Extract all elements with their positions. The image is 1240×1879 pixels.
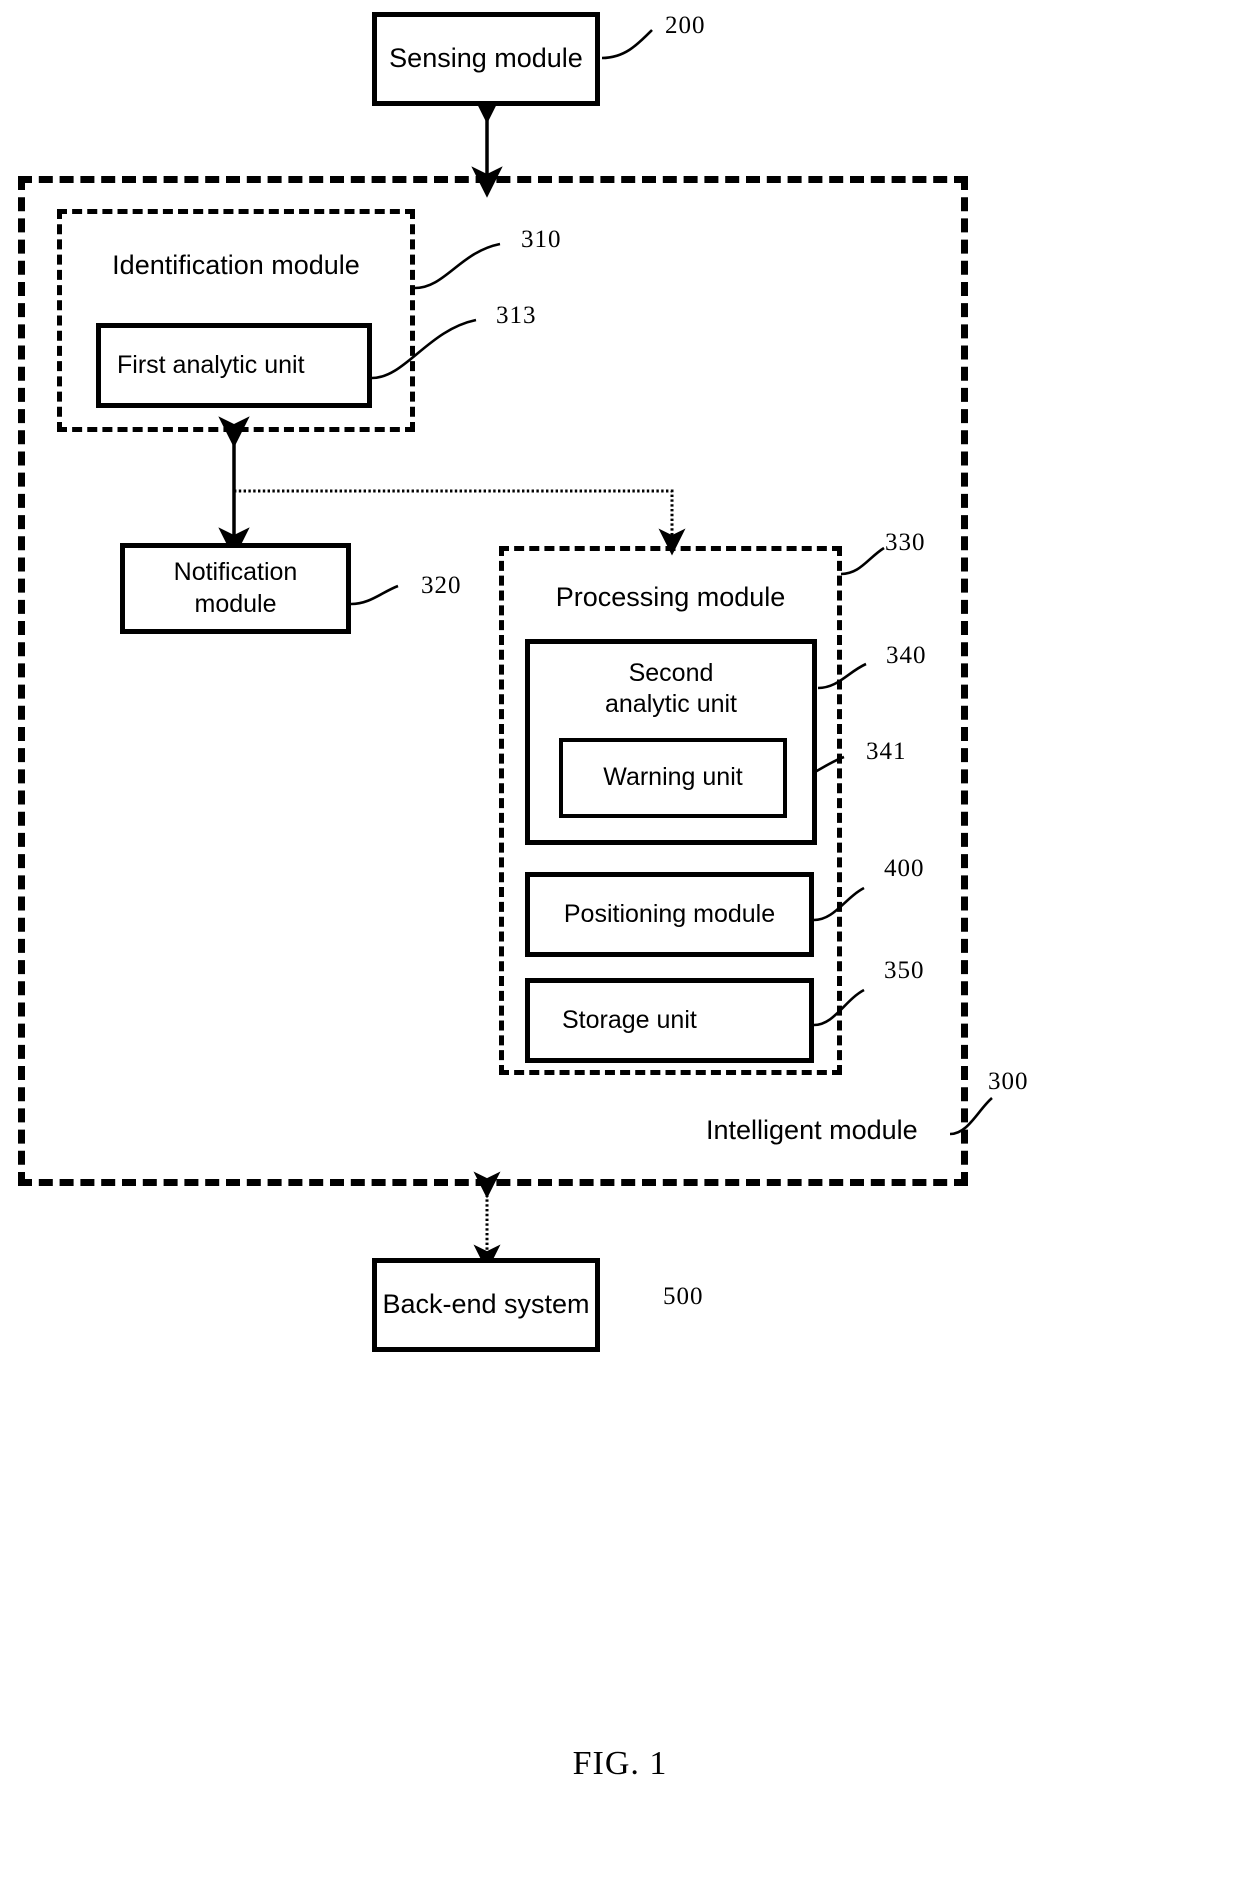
- ref-300: 300: [988, 1068, 1029, 1095]
- ref-350: 350: [884, 957, 925, 984]
- storage-unit-label: Storage unit: [562, 1005, 697, 1034]
- storage-unit-box[interactable]: Storage unit: [525, 978, 814, 1063]
- figure-canvas: Sensing module 200 Intelligent module 30…: [0, 0, 1240, 1879]
- ref-340: 340: [886, 642, 927, 669]
- first-analytic-unit-box[interactable]: First analytic unit: [96, 323, 372, 408]
- second-analytic-unit-label-line1: Second: [628, 659, 714, 687]
- first-analytic-unit-label: First analytic unit: [117, 350, 305, 379]
- ref-310: 310: [521, 226, 562, 253]
- positioning-module-label: Positioning module: [563, 899, 776, 928]
- sensing-module-box[interactable]: Sensing module: [372, 12, 600, 106]
- ref-313: 313: [496, 302, 537, 329]
- notification-module-label-line1: Notification: [173, 558, 298, 587]
- intelligent-module-label: Intelligent module: [706, 1115, 918, 1145]
- backend-system-label: Back-end system: [382, 1289, 590, 1320]
- warning-unit-box[interactable]: Warning unit: [559, 738, 787, 818]
- ref-200: 200: [665, 12, 706, 39]
- processing-module-label: Processing module: [555, 582, 786, 612]
- ref-330: 330: [885, 529, 926, 556]
- sensing-module-label: Sensing module: [389, 43, 583, 74]
- ref-400: 400: [884, 855, 925, 882]
- ref-320: 320: [421, 572, 462, 599]
- notification-module-label-line2: module: [194, 589, 277, 618]
- warning-unit-label: Warning unit: [603, 763, 743, 792]
- ref-341: 341: [866, 738, 907, 765]
- ref-500: 500: [663, 1283, 704, 1310]
- figure-caption: FIG. 1: [572, 1745, 668, 1782]
- second-analytic-unit-label-line2: analytic unit: [604, 690, 738, 719]
- identification-module-label: Identification module: [112, 250, 360, 280]
- backend-system-box[interactable]: Back-end system: [372, 1258, 600, 1352]
- notification-module-box[interactable]: Notification module: [120, 543, 351, 634]
- positioning-module-box[interactable]: Positioning module: [525, 872, 814, 957]
